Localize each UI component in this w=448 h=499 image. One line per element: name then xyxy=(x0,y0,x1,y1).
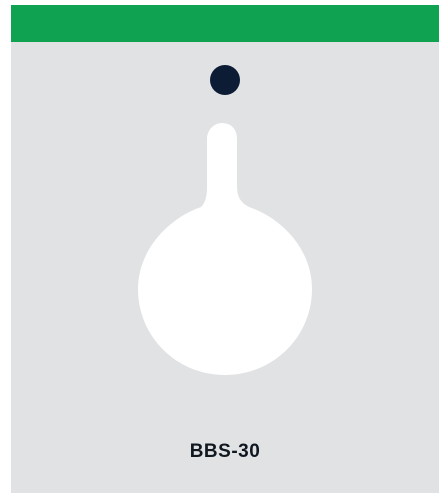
product-code-label: BBS-30 xyxy=(189,441,261,462)
product-illustration xyxy=(138,65,312,375)
product-card: BBS-30 xyxy=(11,5,439,493)
hang-hole-icon xyxy=(210,65,240,95)
keyhole-silhouette-icon xyxy=(138,123,312,375)
